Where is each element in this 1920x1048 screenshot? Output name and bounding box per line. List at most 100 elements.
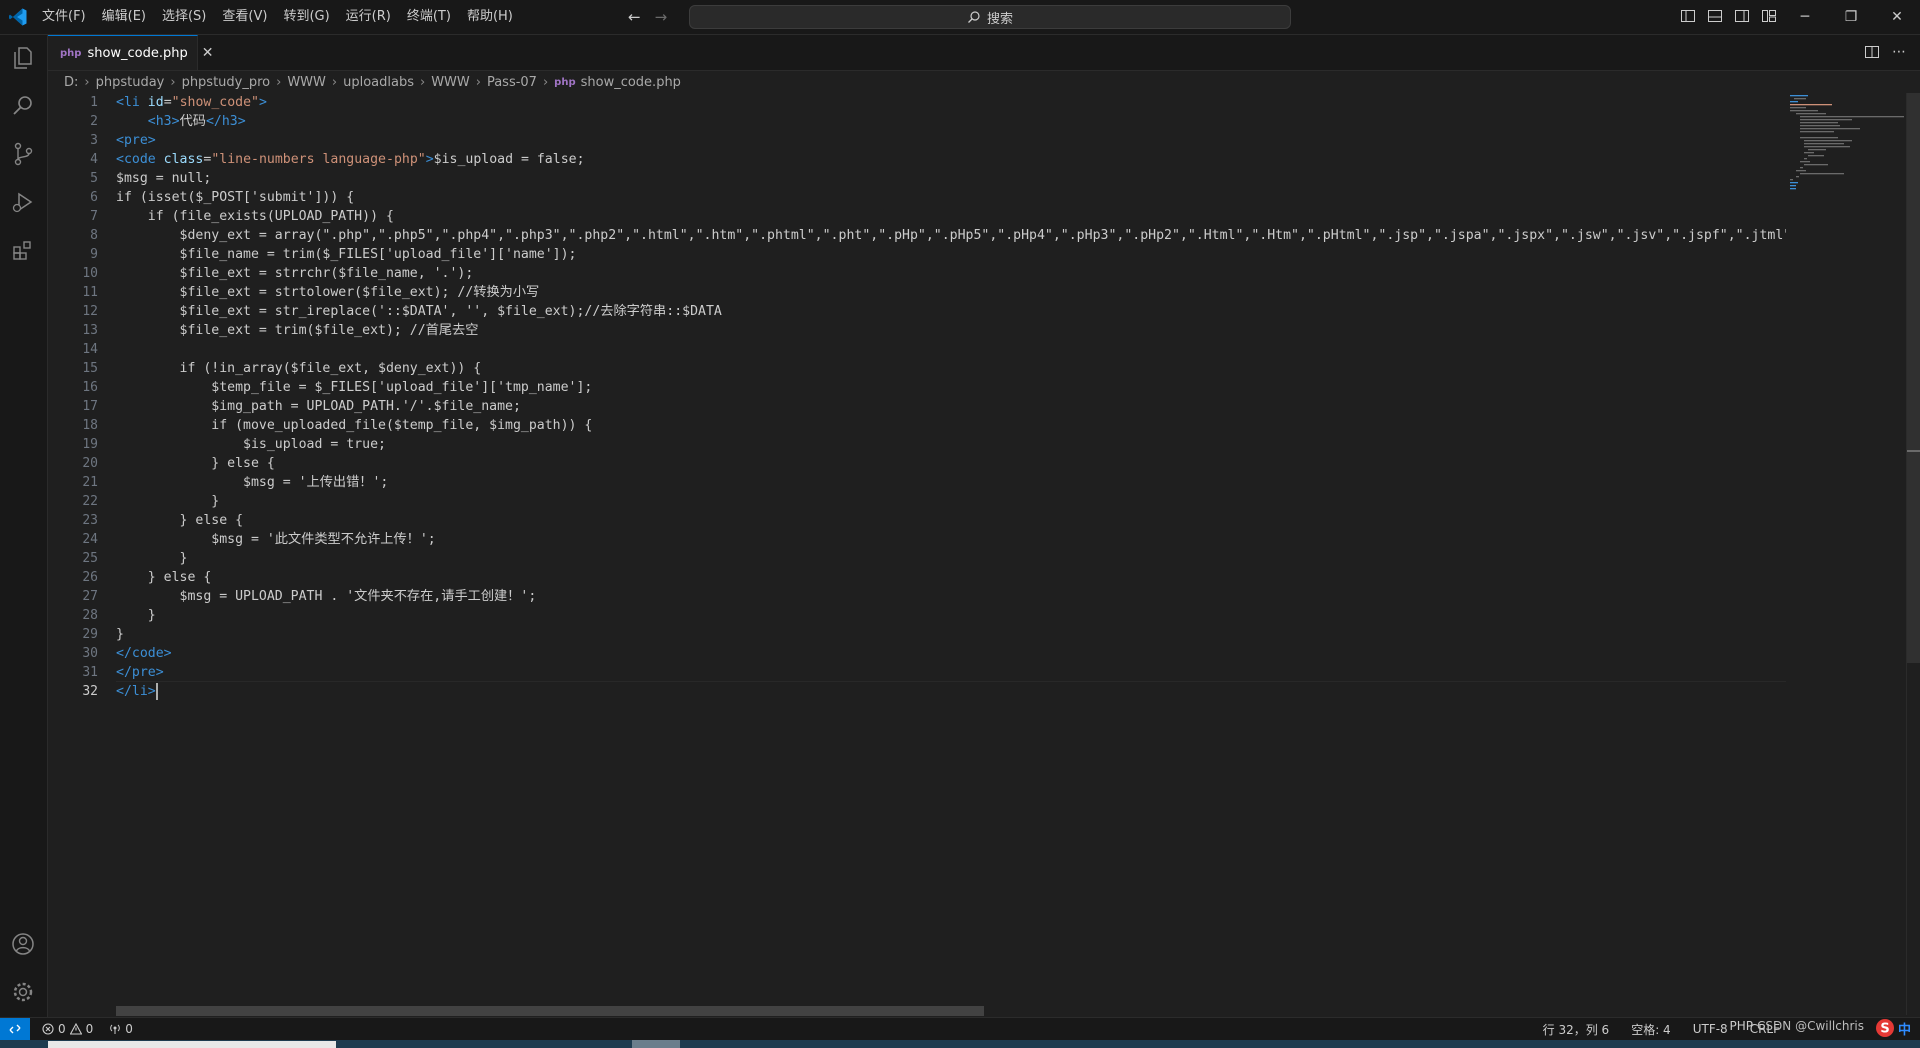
search-icon[interactable] — [10, 93, 36, 119]
menu-file[interactable]: 文件(F) — [34, 0, 94, 34]
code-token: $file_ext = strrchr($file_name, '.'); — [116, 266, 474, 281]
code-line[interactable]: } — [116, 549, 1786, 568]
code-line[interactable]: $msg = '上传出错！'; — [116, 473, 1786, 492]
code-editor[interactable]: 1 2 3 4 5 6 7 8 9 10 11 12 13 14 15 16 17 18 19 20 21 22 23 24 2… — [48, 93, 1786, 1015]
code-line[interactable]: if (file_exists(UPLOAD_PATH)) { — [116, 207, 1786, 226]
minimize-icon[interactable]: ─ — [1782, 0, 1828, 34]
breadcrumb-folder[interactable]: WWW — [287, 75, 326, 90]
close-window-icon[interactable]: ✕ — [1874, 0, 1920, 34]
code-line[interactable]: <li id="show_code"> — [116, 93, 1786, 112]
line-number: 17 — [82, 399, 98, 414]
code-line[interactable]: $file_ext = strrchr($file_name, '.'); — [116, 264, 1786, 283]
code-line[interactable]: $msg = UPLOAD_PATH . '文件夹不存在,请手工创建！'; — [116, 587, 1786, 606]
source-control-icon[interactable] — [10, 141, 36, 167]
vertical-scrollbar[interactable] — [1906, 93, 1920, 1015]
toggle-panel-icon[interactable] — [1707, 8, 1723, 24]
cursor-position[interactable]: 行 32，列 6 — [1543, 1021, 1610, 1038]
code-line[interactable]: <h3>代码</h3> — [116, 112, 1786, 131]
toggle-primary-sidebar-icon[interactable] — [1680, 8, 1696, 24]
code-token: $is_upload = false; — [433, 152, 585, 167]
code-line[interactable]: } else { — [116, 454, 1786, 473]
broadcast-icon — [110, 1024, 121, 1034]
ports-indicator[interactable]: 0 — [109, 1022, 133, 1036]
more-actions-icon[interactable]: ⋯ — [1892, 44, 1906, 64]
code-line[interactable]: $msg = null; — [116, 169, 1786, 188]
line-number: 20 — [82, 456, 98, 471]
split-editor-icon[interactable] — [1864, 44, 1880, 64]
horizontal-scrollbar[interactable] — [116, 1006, 984, 1016]
minimap[interactable] — [1786, 93, 1906, 1015]
breadcrumb-folder[interactable]: uploadlabs — [343, 75, 414, 90]
menu-terminal[interactable]: 终端(T) — [399, 0, 459, 34]
code-line[interactable]: } — [116, 606, 1786, 625]
breadcrumb-folder[interactable]: WWW — [431, 75, 470, 90]
ime-indicator[interactable]: S 中 — [1870, 1017, 1916, 1039]
menu-view[interactable]: 查看(V) — [214, 0, 275, 34]
close-tab-icon[interactable]: ✕ — [202, 45, 214, 61]
remote-indicator[interactable] — [0, 1018, 30, 1040]
code-line[interactable]: $msg = '此文件类型不允许上传！'; — [116, 530, 1786, 549]
code-line[interactable]: } else { — [116, 568, 1786, 587]
command-center-search[interactable]: 搜索 — [689, 5, 1291, 29]
breadcrumb-file[interactable]: show_code.php — [581, 75, 681, 90]
code-line[interactable]: if (!in_array($file_ext, $deny_ext)) { — [116, 359, 1786, 378]
run-debug-icon[interactable] — [10, 189, 36, 215]
code-token: } — [116, 627, 124, 642]
breadcrumb-drive[interactable]: D: — [64, 75, 78, 90]
forward-arrow-icon[interactable]: → — [655, 8, 668, 26]
menu-edit[interactable]: 编辑(E) — [94, 0, 154, 34]
code-line[interactable] — [116, 340, 1786, 359]
code-token: "line-numbers language-php" — [211, 152, 426, 167]
line-number: 13 — [82, 323, 98, 338]
line-number: 14 — [82, 342, 98, 357]
code-line[interactable]: $file_ext = strtolower($file_ext); //转换为… — [116, 283, 1786, 302]
menu-selection[interactable]: 选择(S) — [154, 0, 214, 34]
code-line[interactable]: </li> — [116, 681, 1786, 701]
code-line[interactable]: } — [116, 625, 1786, 644]
tab-show-code-php[interactable]: php show_code.php ✕ — [48, 35, 214, 70]
code-line[interactable]: $file_ext = str_ireplace('::$DATA', '', … — [116, 302, 1786, 321]
code-line[interactable]: if (move_uploaded_file($temp_file, $img_… — [116, 416, 1786, 435]
restore-icon[interactable]: ❐ — [1828, 0, 1874, 34]
customize-layout-icon[interactable] — [1761, 8, 1777, 24]
code-line[interactable]: $is_upload = true; — [116, 435, 1786, 454]
back-arrow-icon[interactable]: ← — [628, 8, 641, 26]
problems-indicator[interactable]: 0 0 — [42, 1022, 93, 1036]
code-line[interactable]: </code> — [116, 644, 1786, 663]
line-number: 25 — [82, 551, 98, 566]
menu-help[interactable]: 帮助(H) — [459, 0, 521, 34]
menu-run[interactable]: 运行(R) — [338, 0, 399, 34]
layout-controls — [1680, 8, 1777, 24]
code-line[interactable]: } else { — [116, 511, 1786, 530]
code-line[interactable]: $file_name = trim($_FILES['upload_file']… — [116, 245, 1786, 264]
code-token: h3 — [221, 114, 238, 129]
breadcrumb-folder[interactable]: phpstuday — [96, 75, 165, 90]
breadcrumb-folder[interactable]: Pass-07 — [487, 75, 537, 90]
settings-gear-icon[interactable] — [10, 979, 36, 1005]
extensions-icon[interactable] — [10, 237, 36, 263]
code-area[interactable]: <li id="show_code"> <h3>代码</h3> <pre> <cod… — [116, 93, 1786, 701]
indentation[interactable]: 空格: 4 — [1631, 1021, 1671, 1038]
menu-go[interactable]: 转到(G) — [275, 0, 337, 34]
code-line[interactable]: $deny_ext = array(".php",".php5",".php4"… — [116, 226, 1786, 245]
code-line[interactable]: </pre> — [116, 663, 1786, 682]
file-encoding[interactable]: UTF-8 — [1693, 1022, 1728, 1036]
code-line[interactable]: <pre> — [116, 131, 1786, 150]
toggle-secondary-sidebar-icon[interactable] — [1734, 8, 1750, 24]
taskbar-app-indicator[interactable] — [632, 1040, 680, 1048]
search-label: 搜索 — [986, 11, 1013, 27]
code-line[interactable]: if (isset($_POST['submit'])) { — [116, 188, 1786, 207]
code-line[interactable]: } — [116, 492, 1786, 511]
explorer-icon[interactable] — [10, 45, 36, 71]
account-icon[interactable] — [10, 931, 36, 957]
code-line[interactable]: $temp_file = $_FILES['upload_file']['tmp… — [116, 378, 1786, 397]
vertical-scroll-thumb[interactable] — [1907, 93, 1920, 663]
code-line[interactable]: $file_ext = trim($file_ext); //首尾去空 — [116, 321, 1786, 340]
code-line[interactable]: <code class="line-numbers language-php">… — [116, 150, 1786, 169]
code-line[interactable]: $img_path = UPLOAD_PATH.'/'.$file_name; — [116, 397, 1786, 416]
history-navigation: ← → — [628, 8, 667, 26]
line-number: 2 — [90, 114, 98, 129]
taskbar-app-thumbnail[interactable] — [48, 1041, 336, 1048]
breadcrumb-folder[interactable]: phpstudy_pro — [182, 75, 271, 90]
language-mode[interactable]: PHP — [1730, 1019, 1754, 1033]
